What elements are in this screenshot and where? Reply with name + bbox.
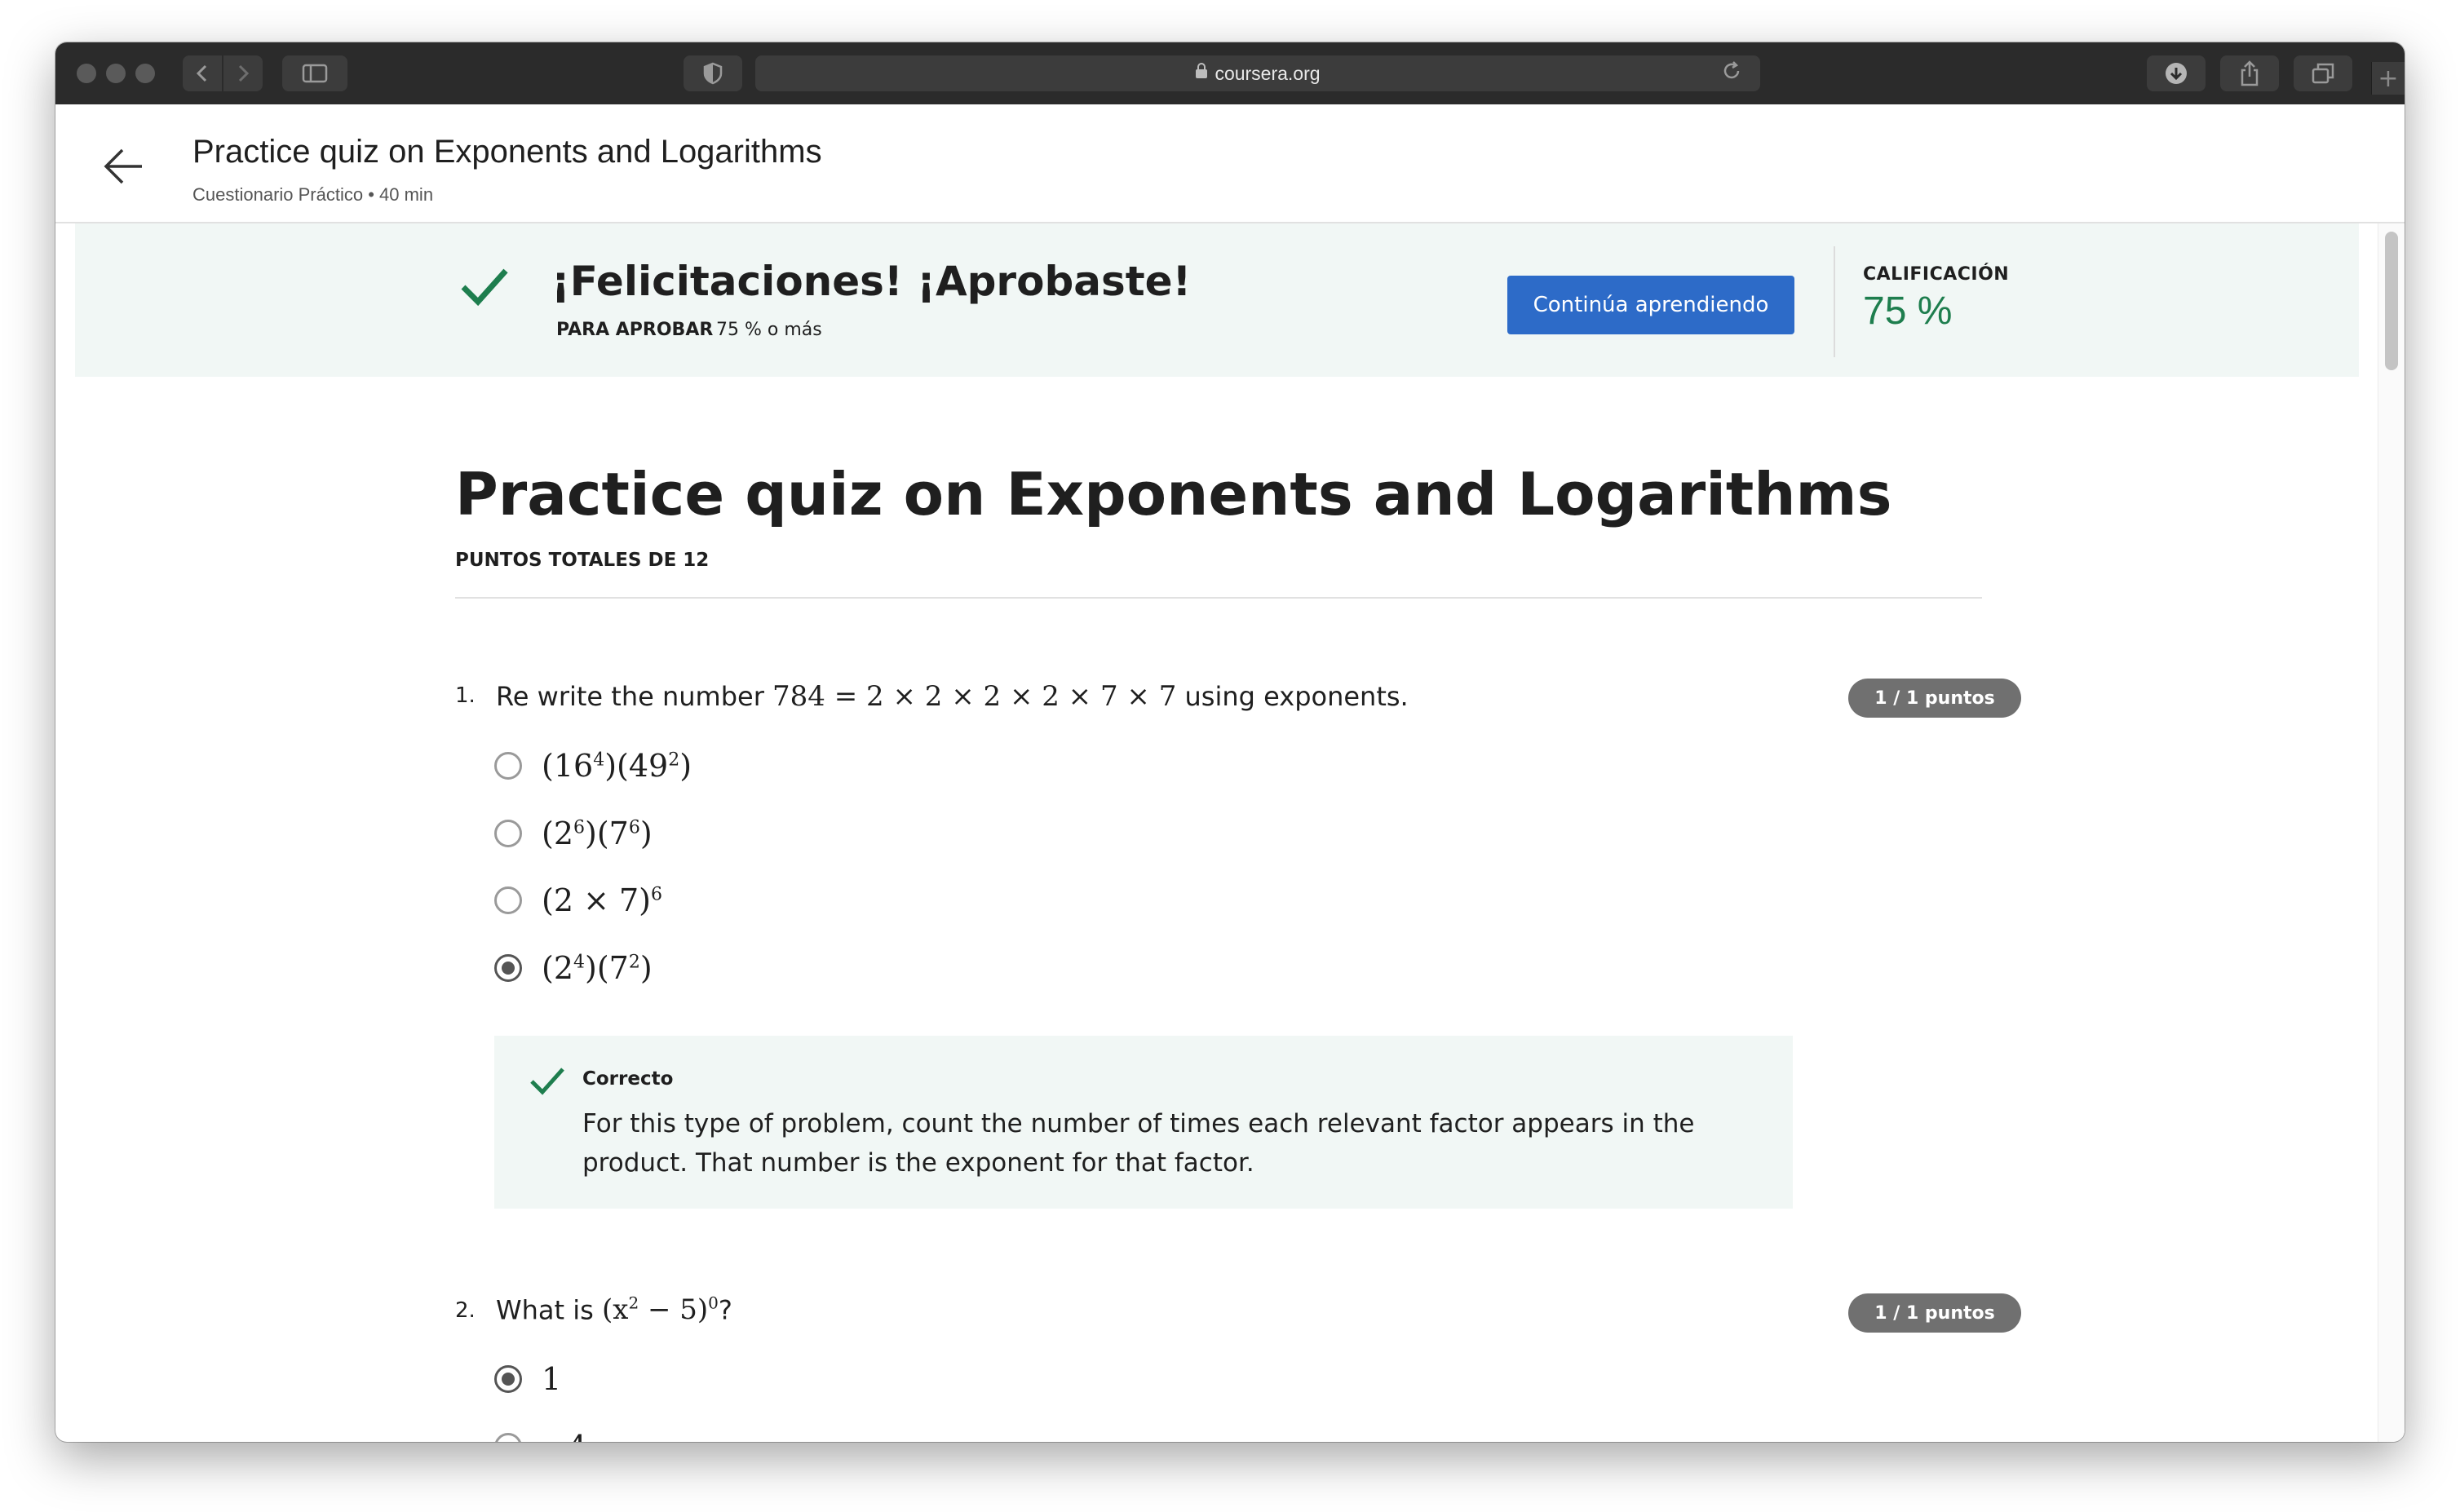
option-math: (2 × 7)6 [542, 882, 663, 918]
question-suffix: using exponents. [1176, 681, 1409, 712]
privacy-report-button[interactable] [684, 55, 742, 91]
pass-threshold-label: PARA APROBAR [556, 320, 714, 340]
minimize-window-button[interactable] [106, 64, 126, 83]
downloads-button[interactable] [2147, 55, 2206, 91]
pass-banner: ¡Felicitaciones! ¡Aprobaste! PARA APROBA… [75, 223, 2359, 377]
quiz-title: Practice quiz on Exponents and Logarithm… [455, 460, 1892, 528]
answer-option[interactable]: (2 × 7)6 [494, 878, 662, 923]
option-value: −4 [542, 1429, 587, 1442]
scrollbar-thumb[interactable] [2385, 232, 2398, 370]
plus-icon: + [2378, 64, 2399, 93]
share-icon [2241, 60, 2259, 86]
total-points: PUNTOS TOTALES DE 12 [455, 550, 710, 571]
browser-window: coursera.org + Practice quiz on Exponent… [55, 42, 2405, 1442]
feedback-box: Correcto For this type of problem, count… [494, 1036, 1793, 1209]
answer-option[interactable]: −4 [494, 1424, 587, 1442]
question-text: What is (x2 − 5)0? [496, 1293, 732, 1326]
pass-threshold-value: 75 % o más [716, 320, 822, 340]
lock-icon [1195, 63, 1208, 84]
option-math: (164)(492) [542, 748, 692, 784]
radio-button[interactable] [494, 820, 522, 847]
shield-icon [703, 62, 723, 85]
option-math: (24)(72) [542, 950, 653, 986]
question-math: (x2 − 5)0 [601, 1293, 719, 1327]
page-header: Practice quiz on Exponents and Logarithm… [55, 104, 2405, 223]
sidebar-toggle-button[interactable] [282, 55, 347, 91]
question-prefix: Re write the number [496, 681, 773, 712]
new-tab-button[interactable]: + [2371, 62, 2405, 95]
radio-button-checked[interactable] [494, 1365, 522, 1393]
download-icon [2166, 63, 2187, 84]
question-math: 784 = 2 × 2 × 2 × 2 × 7 × 7 [772, 680, 1177, 713]
chevron-right-icon [238, 64, 250, 82]
header-title: Practice quiz on Exponents and Logarithm… [192, 134, 822, 170]
banner-title: ¡Felicitaciones! ¡Aprobaste! [551, 258, 1192, 305]
back-arrow-icon[interactable] [101, 144, 147, 189]
quiz-content: ¡Felicitaciones! ¡Aprobaste! PARA APROBA… [55, 223, 2378, 1442]
answer-option-selected[interactable]: 1 [494, 1356, 561, 1402]
checkmark-icon [461, 268, 508, 307]
sidebar-icon [302, 64, 328, 83]
back-nav-button[interactable] [183, 55, 222, 91]
forward-nav-button[interactable] [223, 55, 263, 91]
question-number: 2. [455, 1298, 476, 1323]
points-badge: 1 / 1 puntos [1848, 679, 2021, 718]
answer-option[interactable]: (26)(76) [494, 811, 653, 856]
close-window-button[interactable] [77, 64, 96, 83]
question-prefix: What is [496, 1294, 602, 1326]
option-math: (26)(76) [542, 816, 653, 851]
radio-button-checked[interactable] [494, 954, 522, 982]
continue-learning-button[interactable]: Continúa aprendiendo [1507, 276, 1794, 334]
zoom-window-button[interactable] [135, 64, 155, 83]
header-subtitle: Cuestionario Práctico • 40 min [192, 184, 434, 205]
feedback-text: For this type of problem, count the numb… [582, 1109, 1695, 1178]
url-text: coursera.org [1215, 62, 1321, 84]
question-suffix: ? [718, 1294, 732, 1326]
answer-option-selected[interactable]: (24)(72) [494, 945, 653, 991]
question-text: Re write the number 784 = 2 × 2 × 2 × 2 … [496, 680, 1409, 713]
feedback-label: Correcto [582, 1068, 674, 1090]
browser-toolbar: coursera.org + [55, 42, 2405, 105]
answer-option[interactable]: (164)(492) [494, 743, 692, 789]
address-bar[interactable]: coursera.org [755, 55, 1760, 91]
checkmark-icon [530, 1068, 564, 1095]
points-badge: 1 / 1 puntos [1848, 1293, 2021, 1333]
share-button[interactable] [2220, 55, 2279, 91]
banner-divider [1834, 246, 1835, 357]
divider [455, 597, 1982, 599]
scrollbar[interactable] [2378, 223, 2405, 1442]
tabs-icon [2312, 63, 2334, 84]
option-value: 1 [542, 1361, 562, 1397]
chevron-left-icon [196, 64, 207, 82]
radio-button[interactable] [494, 1433, 522, 1442]
radio-button[interactable] [494, 752, 522, 780]
radio-button[interactable] [494, 886, 522, 914]
question-number: 1. [455, 683, 476, 708]
tab-overview-button[interactable] [2294, 55, 2352, 91]
grade-value: 75 % [1863, 290, 1953, 333]
reload-icon[interactable] [1721, 60, 1742, 87]
grade-label: CALIFICACIÓN [1863, 264, 2010, 285]
